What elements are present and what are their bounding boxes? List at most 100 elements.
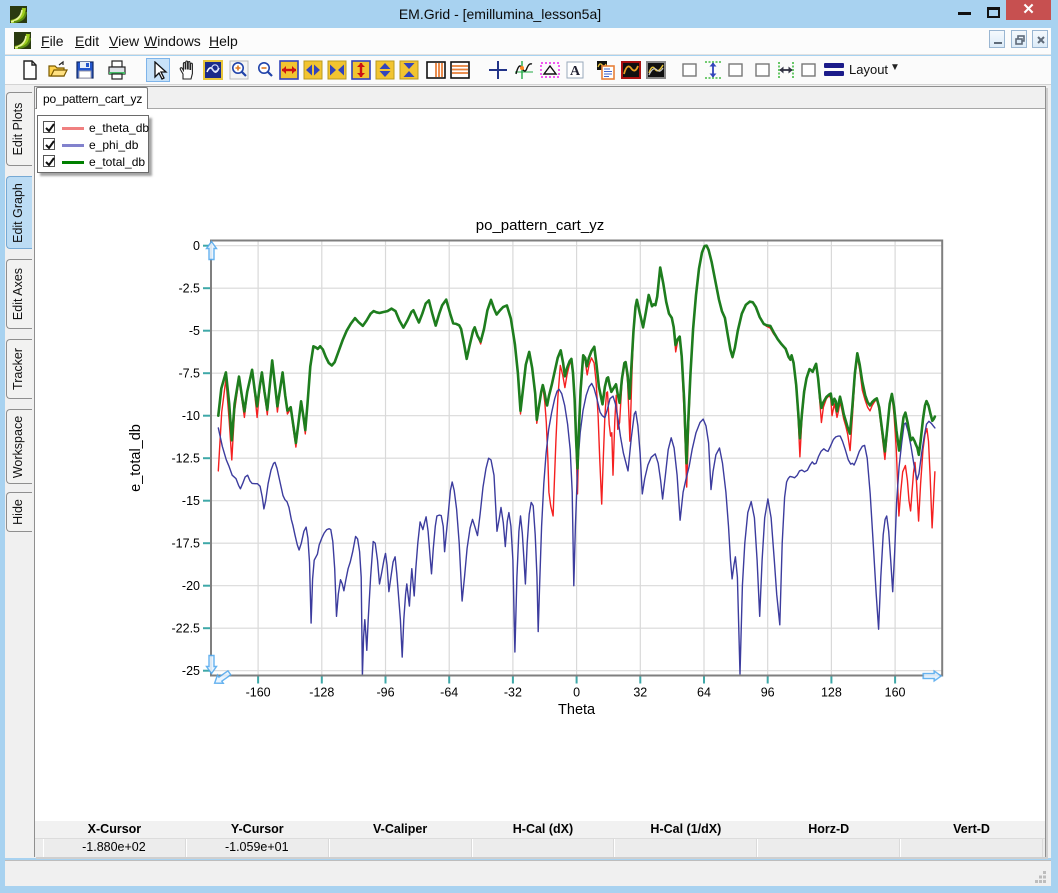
zoom-out-button[interactable] xyxy=(253,58,277,82)
status-value-x-cursor: -1.880e+02 xyxy=(43,839,186,857)
x-tick-label: 128 xyxy=(821,686,842,700)
tracker-curve-button[interactable] xyxy=(512,58,536,82)
plot-multi-button[interactable] xyxy=(644,58,668,82)
horizontal-markers-button[interactable] xyxy=(448,58,472,82)
h-fit-right-button[interactable] xyxy=(797,58,821,82)
window-border-bottom xyxy=(0,886,1058,893)
h-collapse-button[interactable] xyxy=(325,58,349,82)
open-file-icon xyxy=(48,60,68,80)
legend-checkbox-e_theta_db[interactable] xyxy=(43,121,55,133)
report-button[interactable] xyxy=(594,58,618,82)
toolbar: A Layout ▼ xyxy=(5,56,1051,85)
sidebar-tab-label: Edit Plots xyxy=(11,103,25,156)
x-tick-label: -64 xyxy=(440,686,458,700)
crosshair-button[interactable] xyxy=(486,58,510,82)
legend-label: e_phi_db xyxy=(89,138,138,152)
select-arrow-button[interactable] xyxy=(146,58,170,82)
text-label-button[interactable]: A xyxy=(563,58,587,82)
sidebar-tab-edit-graph[interactable]: Edit Graph xyxy=(6,176,32,249)
status-value-row: -1.880e+02-1.059e+01 xyxy=(35,839,1045,857)
x-tick-label: -160 xyxy=(246,686,271,700)
v-collapse-button[interactable] xyxy=(397,58,421,82)
menu-bar: FileEditViewWindowsHelp xyxy=(5,28,1051,55)
layout-icon xyxy=(824,63,844,76)
status-column-x-cursor: X-Cursor xyxy=(43,821,186,839)
h-fit-left-button[interactable] xyxy=(751,58,775,82)
menu-windows[interactable]: Windows xyxy=(138,28,207,55)
v-fit-left-button[interactable] xyxy=(678,58,702,82)
close-button[interactable]: ✕ xyxy=(1006,0,1051,20)
menu-help[interactable]: Help xyxy=(203,28,244,55)
legend-checkbox-e_phi_db[interactable] xyxy=(43,138,55,150)
sidebar-tab-edit-axes[interactable]: Edit Axes xyxy=(6,259,32,329)
maximize-button[interactable] xyxy=(981,0,1006,21)
h-fit-button[interactable] xyxy=(774,58,798,82)
y-tick-label: -12.5 xyxy=(172,452,201,466)
zoom-region-icon xyxy=(203,60,223,80)
sidebar-tab-tracker[interactable]: Tracker xyxy=(6,339,32,399)
h-arrows-out-icon xyxy=(303,60,323,80)
h-collapse-icon xyxy=(327,60,347,80)
minimize-button[interactable] xyxy=(950,0,979,21)
layout-dropdown[interactable]: Layout ▼ xyxy=(820,59,896,81)
y-tick-label: -5 xyxy=(189,324,200,338)
document-tab-bar: po_pattern_cart_yz xyxy=(35,87,1045,109)
mdi-restore-icon xyxy=(1013,33,1027,47)
sidebar-tab-label: Edit Graph xyxy=(11,183,25,243)
app-icon-small xyxy=(14,32,31,49)
slope-triangle-button[interactable] xyxy=(538,58,562,82)
v-fit-right-button[interactable] xyxy=(724,58,748,82)
mdi-close-button[interactable] xyxy=(1032,30,1048,48)
h-arrows-out-button[interactable] xyxy=(301,58,325,82)
save-file-icon xyxy=(75,60,95,80)
legend-label: e_theta_db xyxy=(89,121,149,135)
zoom-in-button[interactable] xyxy=(227,58,251,82)
v-fit-button[interactable] xyxy=(701,58,725,82)
status-column-v-caliper: V-Caliper xyxy=(329,821,472,839)
menu-file[interactable]: File xyxy=(35,28,70,55)
y-tick-label: -20 xyxy=(182,579,200,593)
vertical-markers-button[interactable] xyxy=(424,58,448,82)
open-file-button[interactable] xyxy=(46,58,70,82)
new-document-button[interactable] xyxy=(18,58,42,82)
legend-checkbox-e_total_db[interactable] xyxy=(43,155,55,167)
document-tab[interactable]: po_pattern_cart_yz xyxy=(36,87,148,109)
x-tick-label: -32 xyxy=(504,686,522,700)
sidebar-tab-label: Hide xyxy=(11,499,25,525)
text-label-icon: A xyxy=(565,60,585,80)
crosshair-icon xyxy=(488,60,508,80)
chart-legend: e_theta_dbe_phi_dbe_total_db xyxy=(37,115,149,173)
x-tick-label: 160 xyxy=(885,686,906,700)
status-header-row: X-CursorY-CursorV-CaliperH-Cal (dX)H-Cal… xyxy=(35,821,1045,839)
x-axis-label: Theta xyxy=(558,702,596,718)
slope-triangle-icon xyxy=(540,60,560,80)
v-expand-button[interactable] xyxy=(349,58,373,82)
resize-grip[interactable] xyxy=(1035,871,1047,883)
plot-single-button[interactable] xyxy=(619,58,643,82)
sidebar-tab-edit-plots[interactable]: Edit Plots xyxy=(6,92,32,166)
print-button[interactable] xyxy=(105,58,129,82)
menu-edit[interactable]: Edit xyxy=(69,28,105,55)
new-document-icon xyxy=(20,60,40,80)
status-column-vert-d: Vert-D xyxy=(900,821,1043,839)
chart-area: -160-128-96-64-3203264961281600-2.5-5-7.… xyxy=(35,109,1045,821)
chart[interactable]: -160-128-96-64-3203264961281600-2.5-5-7.… xyxy=(35,109,1045,821)
status-value-h-cal-1-dx- xyxy=(614,839,757,857)
h-expand-button[interactable] xyxy=(277,58,301,82)
mdi-restore-button[interactable] xyxy=(1011,30,1027,48)
save-file-button[interactable] xyxy=(73,58,97,82)
status-column-h-cal-dx-: H-Cal (dX) xyxy=(472,821,615,839)
legend-row-e_phi_db: e_phi_db xyxy=(42,136,148,153)
v-arrows-out-button[interactable] xyxy=(373,58,397,82)
mdi-minimize-button[interactable] xyxy=(989,30,1005,48)
v-fit-left-icon xyxy=(680,60,700,80)
v-expand-icon xyxy=(351,60,371,80)
status-value-horz-d xyxy=(757,839,900,857)
sidebar-tab-hide[interactable]: Hide xyxy=(6,492,32,532)
zoom-region-button[interactable] xyxy=(201,58,225,82)
y-axis-label: e_total_db xyxy=(128,424,144,492)
plot-single-icon xyxy=(621,60,641,80)
chart-title: po_pattern_cart_yz xyxy=(476,217,604,234)
pan-hand-button[interactable] xyxy=(175,58,199,82)
sidebar-tab-workspace[interactable]: Workspace xyxy=(6,409,32,484)
